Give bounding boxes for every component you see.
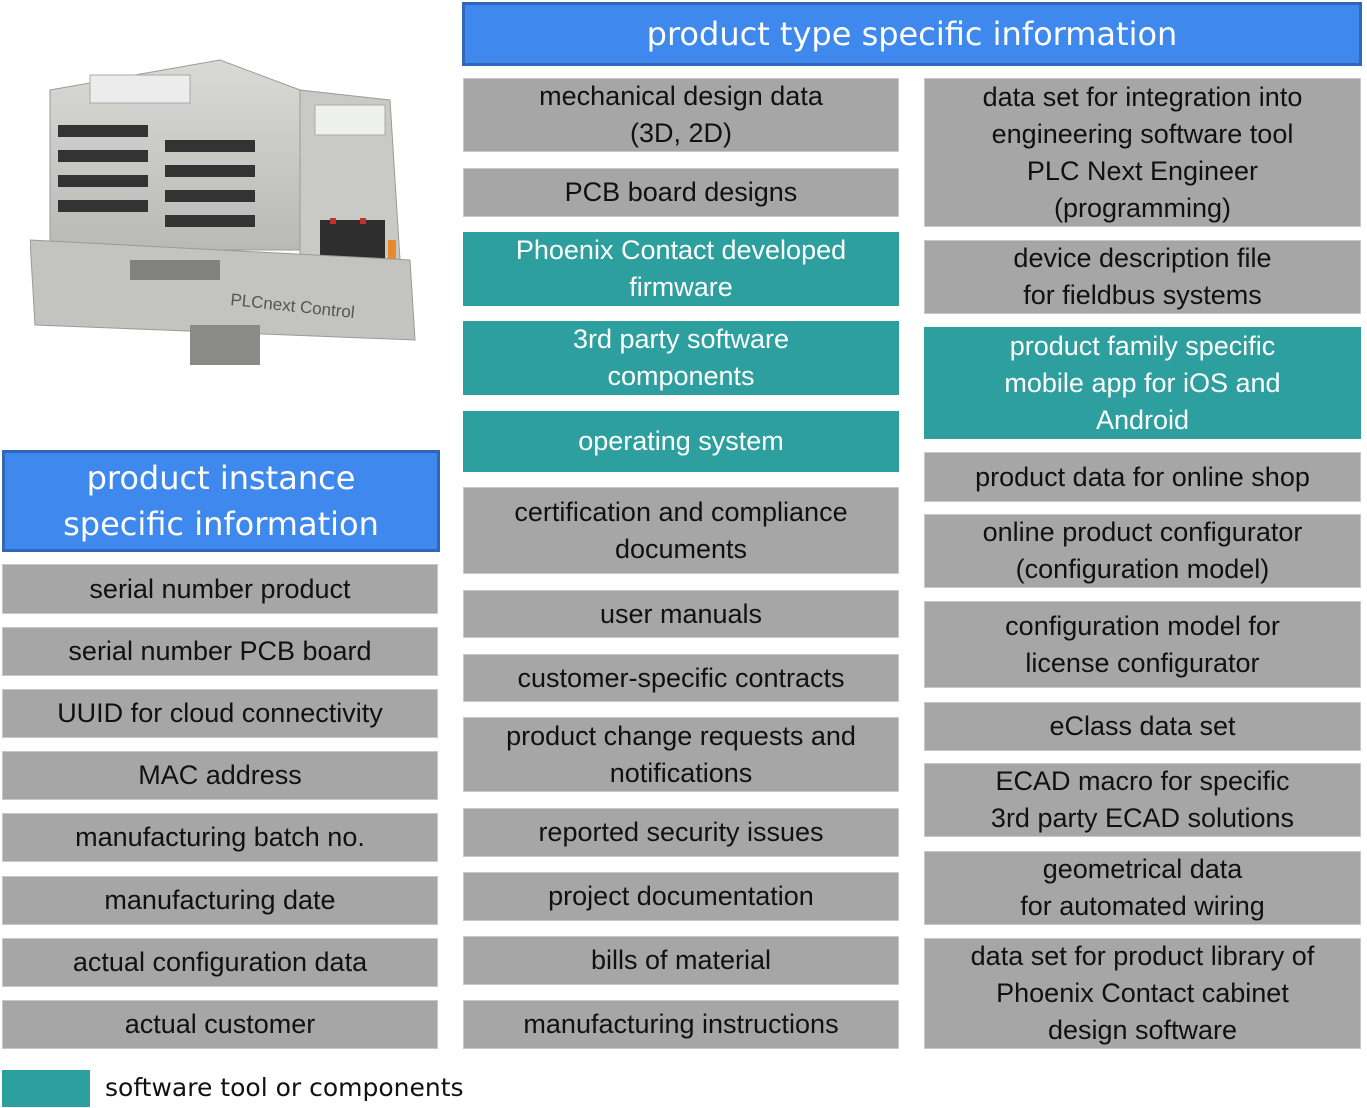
info-item-box: customer-specific contracts [463,654,899,702]
info-item-box: actual configuration data [2,938,438,987]
info-item-box: device description file for fieldbus sys… [924,240,1361,314]
info-item-box: data set for product library of Phoenix … [924,938,1361,1049]
info-item-box: configuration model for license configur… [924,601,1361,688]
info-item-box: mechanical design data (3D, 2D) [463,78,899,152]
info-item-box: serial number PCB board [2,627,438,676]
info-item-box: PCB board designs [463,168,899,217]
info-item-box: bills of material [463,936,899,985]
info-item-box: manufacturing instructions [463,1000,899,1049]
legend-swatch-software [2,1070,90,1107]
software-item-box: operating system [463,411,899,472]
info-item-box: MAC address [2,751,438,800]
info-item-box: reported security issues [463,808,899,857]
header-product-instance-specific: product instance specific information [2,450,440,552]
plc-device-image: PLCnext Control [30,59,416,365]
info-item-box: manufacturing batch no. [2,813,438,862]
info-item-box: certification and compliance documents [463,487,899,574]
software-item-box: product family specific mobile app for i… [924,327,1361,439]
header-product-type-specific: product type specific information [462,2,1362,66]
info-item-box: project documentation [463,872,899,921]
info-item-box: data set for integration into engineerin… [924,78,1361,227]
info-item-box: product data for online shop [924,452,1361,502]
info-item-box: serial number product [2,564,438,614]
software-item-box: Phoenix Contact developed firmware [463,232,899,306]
info-item-box: online product configurator (configurati… [924,514,1361,588]
info-item-box: ECAD macro for specific 3rd party ECAD s… [924,763,1361,837]
info-item-box: product change requests and notification… [463,717,899,792]
info-item-box: user manuals [463,590,899,638]
info-item-box: UUID for cloud connectivity [2,689,438,738]
legend-label: software tool or components [105,1073,464,1102]
software-item-box: 3rd party software components [463,321,899,395]
info-item-box: geometrical data for automated wiring [924,851,1361,925]
info-item-box: eClass data set [924,702,1361,751]
info-item-box: manufacturing date [2,876,438,925]
info-item-box: actual customer [2,1000,438,1049]
